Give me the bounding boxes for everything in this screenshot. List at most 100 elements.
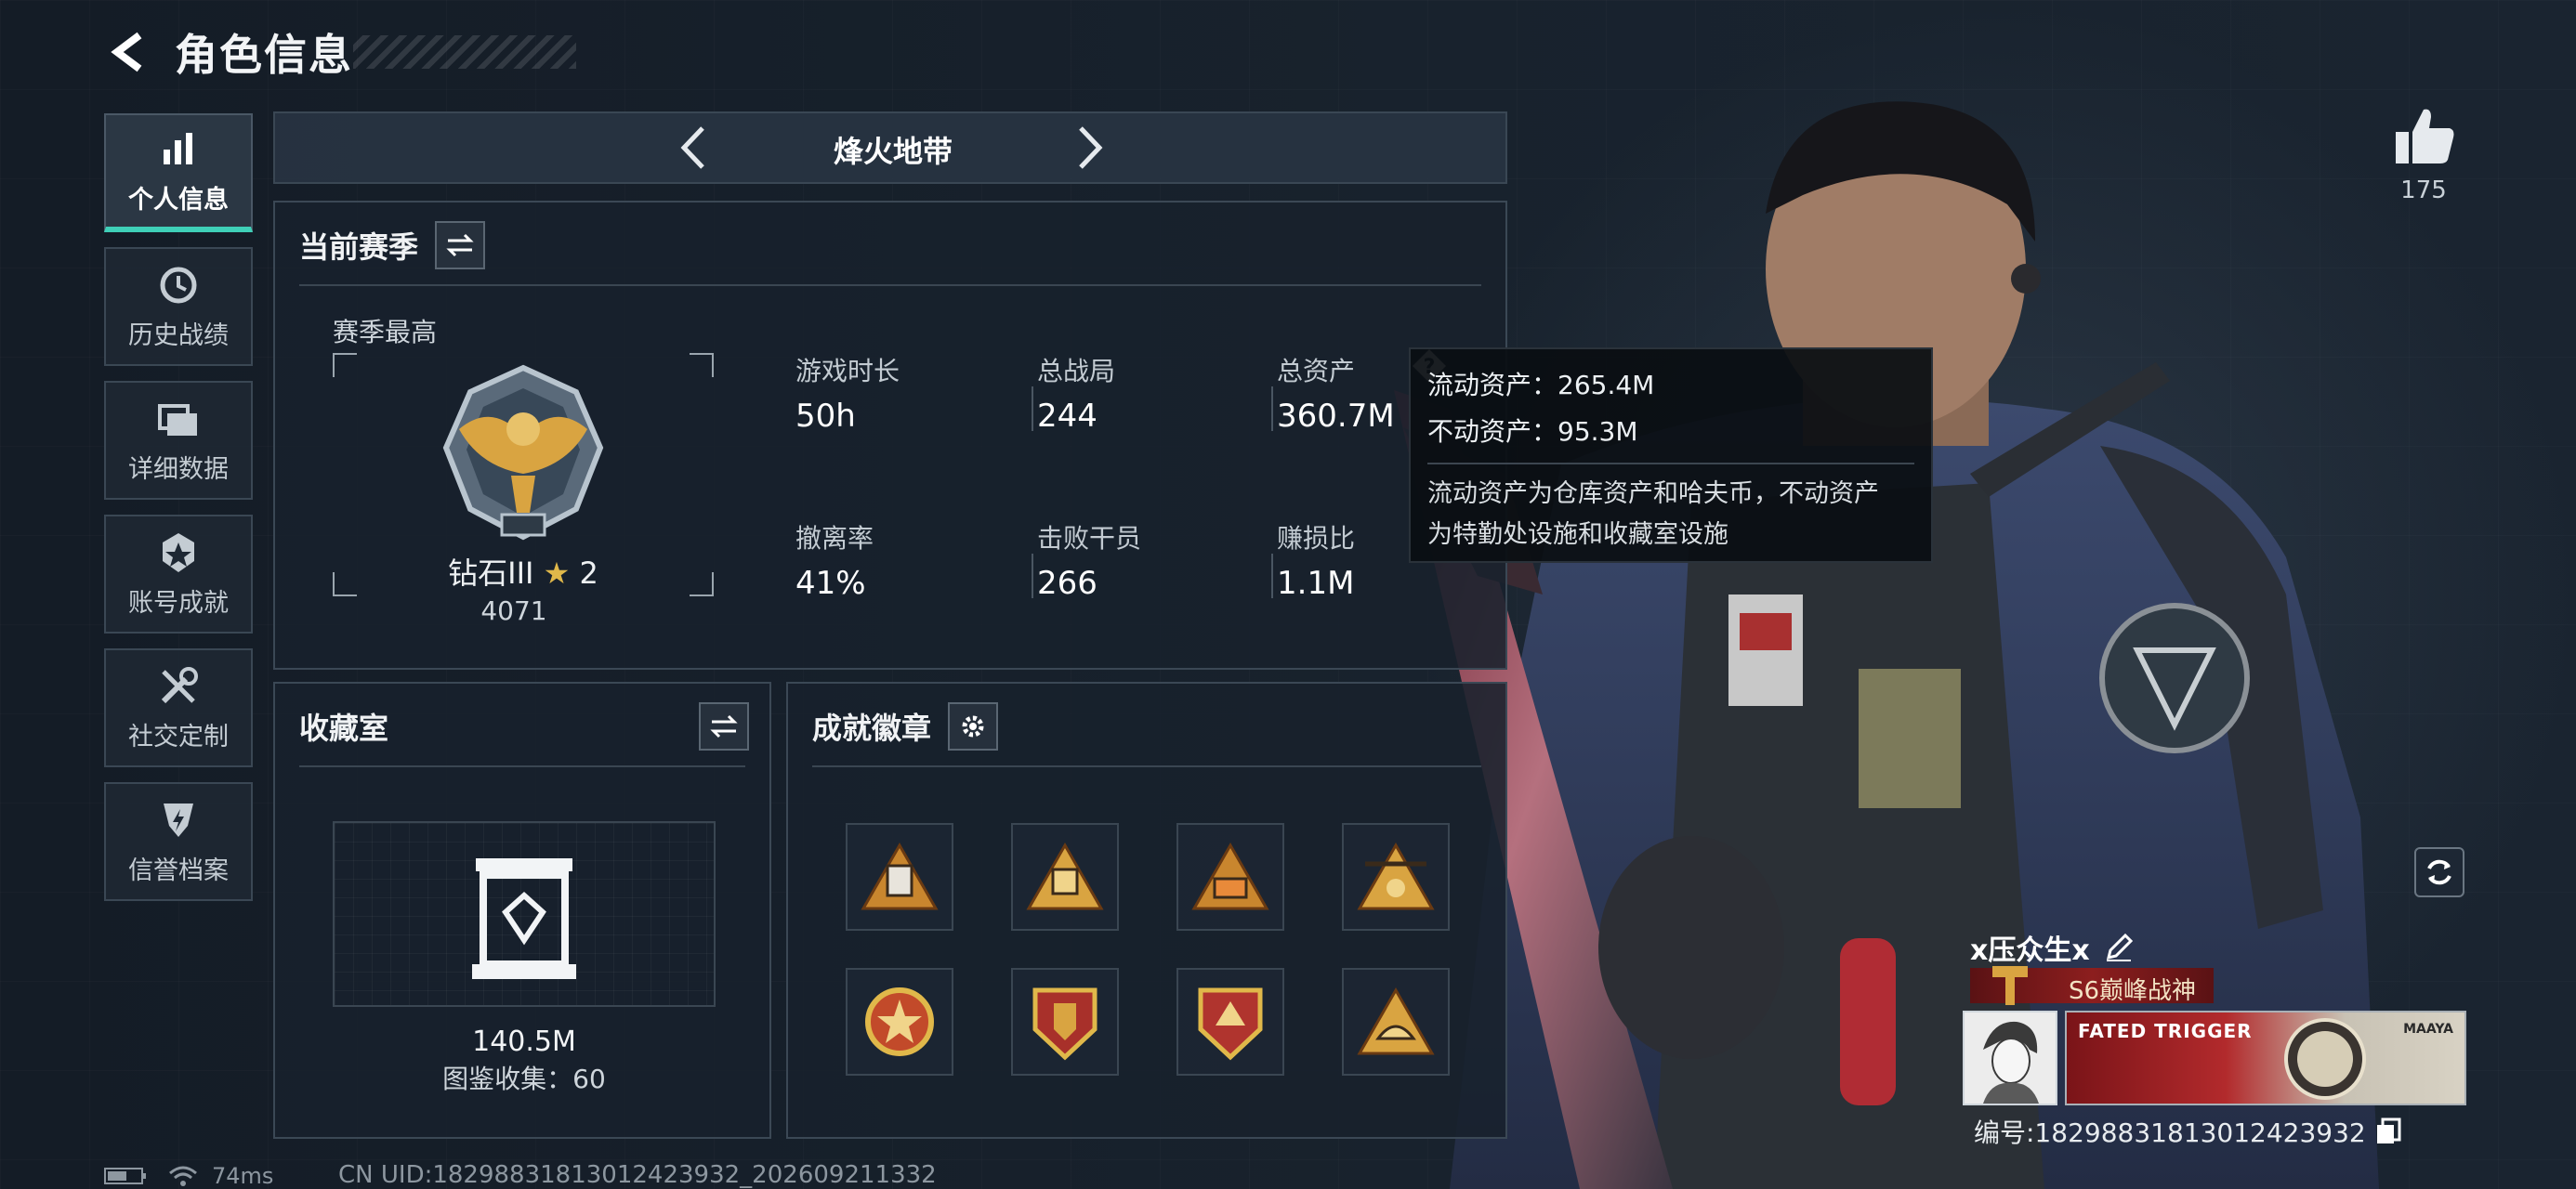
sidebar-item-label: 账号成就 (128, 588, 229, 618)
mode-prev-button[interactable] (665, 119, 723, 176)
card-emblem-icon (2284, 1018, 2366, 1100)
sidebar-item-social-custom[interactable]: 社交定制 (104, 648, 253, 767)
tooltip-description-line-1: 流动资产为仓库资产和哈夫币，不动资产 (1427, 479, 1879, 508)
achievement-badges-panel: 成就徽章 (786, 682, 1507, 1139)
triangle-badge-icon (1191, 842, 1269, 910)
rank-name: 钻石III ★ 2 (448, 555, 598, 591)
panel-title: 成就徽章 (812, 711, 932, 746)
refresh-button[interactable] (2414, 847, 2464, 897)
triangle-badge-icon (1026, 842, 1104, 910)
badge-slot-3[interactable] (1176, 823, 1284, 931)
tooltip-fixed-assets: 不动资产：95.3M (1427, 416, 1638, 447)
refresh-icon (2427, 859, 2451, 885)
badge-slot-8[interactable] (1342, 968, 1450, 1076)
sidebar-item-match-history[interactable]: 历史战绩 (104, 247, 253, 366)
gear-icon (962, 715, 984, 738)
sidebar-item-achievements[interactable]: 账号成就 (104, 515, 253, 634)
divider (812, 765, 1481, 767)
rank-frame: 钻石III ★ 2 (333, 353, 714, 596)
season-best-label: 赛季最高 (333, 317, 438, 347)
swap-icon (446, 233, 474, 257)
star-medal-icon (865, 987, 934, 1056)
sidebar-item-label: 历史战绩 (128, 320, 229, 350)
badge-slot-1[interactable] (846, 823, 953, 931)
mode-selector: 烽火地带 (273, 111, 1507, 184)
badge-slot-6[interactable] (1011, 968, 1119, 1076)
uid-text: CN UID:1829883181301242393​2_20260921133… (338, 1161, 937, 1189)
title-emblem-icon (1992, 966, 2028, 1005)
name-card[interactable]: FATED TRIGGER MAAYA (2065, 1011, 2466, 1105)
collection-count: 图鉴收集：60 (442, 1064, 606, 1094)
wifi-icon (169, 1166, 197, 1186)
sidebar-item-label: 社交定制 (128, 722, 229, 751)
stat-play-time: 游戏时长 50h (795, 356, 900, 435)
mode-next-button[interactable] (1060, 119, 1118, 176)
folders-icon (156, 397, 201, 441)
edit-pencil-icon[interactable] (2103, 932, 2135, 963)
chevron-right-icon (1079, 126, 1103, 169)
badge-slot-7[interactable] (1176, 968, 1284, 1076)
bar-chart-icon (156, 127, 201, 172)
name-card-logo: MAAYA (2403, 1022, 2453, 1037)
tools-icon (156, 664, 201, 709)
display-case-icon (472, 858, 576, 979)
page-title: 角色信息 (175, 30, 353, 80)
current-season-panel: 当前赛季 赛季最高 钻石III ★ 2 4071 游戏时长 50h 总战局 24… (273, 201, 1507, 670)
badge-slot-4[interactable] (1342, 823, 1450, 931)
sidebar-item-personal-info[interactable]: 个人信息 (104, 113, 253, 232)
avatar-portrait-icon (1965, 1013, 2056, 1104)
name-card-text: FATED TRIGGER (2078, 1020, 2253, 1042)
stat-total-matches: 总战局 244 (1032, 351, 1269, 435)
clock-icon (156, 263, 201, 307)
shield-badge-icon (1032, 987, 1097, 1061)
sidebar-item-label: 个人信息 (128, 185, 229, 215)
rank-score: 4071 (480, 595, 547, 626)
season-switch-button[interactable] (435, 221, 486, 269)
avatar[interactable] (1963, 1011, 2057, 1105)
divider (1427, 463, 1914, 464)
medal-icon (156, 530, 201, 575)
collection-switch-button[interactable] (699, 702, 749, 751)
title-decoration (353, 35, 576, 69)
player-title: S6巅峰战神 (2069, 977, 2197, 1005)
like-count: 175 (2400, 176, 2447, 204)
tooltip-description-line-2: 为特勤处设施和收藏室设施 (1427, 520, 1728, 549)
badge-slot-2[interactable] (1011, 823, 1119, 931)
stat-extraction-rate: 撤离率 41% (795, 523, 874, 602)
badge-slot-5[interactable] (846, 968, 953, 1076)
assets-tooltip: 流动资产：265.4M 不动资产：95.3M 流动资产为仓库资产和哈夫币，不动资… (1409, 347, 1933, 563)
sidebar-item-label: 详细数据 (128, 454, 229, 484)
collection-room-panel: 收藏室 140.5M 图鉴收集：60 (273, 682, 771, 1139)
back-button[interactable] (102, 24, 158, 80)
divider (299, 765, 745, 767)
collection-value: 140.5M (472, 1026, 576, 1058)
stat-operators-defeated: 击败干员 266 (1032, 518, 1269, 602)
sidebar-nav: 个人信息 历史战绩 详细数据 账号成就 社交定制 信誉档案 (104, 113, 253, 916)
copy-icon[interactable] (2375, 1117, 2401, 1145)
divider (299, 284, 1481, 286)
badge-settings-button[interactable] (948, 702, 999, 751)
player-id: 编号:1829883181301242393​2 (1974, 1113, 2401, 1150)
chevron-left-icon (680, 126, 704, 169)
swap-icon (710, 714, 738, 738)
star-icon: ★ (543, 555, 571, 591)
triangle-badge-icon (1357, 986, 1435, 1055)
sidebar-item-detailed-data[interactable]: 详细数据 (104, 381, 253, 500)
panel-title: 当前赛季 (299, 229, 419, 265)
diamond-rank-badge-icon (442, 364, 604, 541)
ping-value: 74ms (212, 1163, 274, 1189)
triangle-badge-icon (1357, 842, 1435, 910)
sidebar-item-reputation[interactable]: 信誉档案 (104, 782, 253, 901)
panel-title: 收藏室 (299, 711, 389, 746)
shield-bolt-icon (156, 798, 201, 843)
triangle-badge-icon (861, 842, 939, 910)
shield-badge-icon (1198, 987, 1263, 1061)
battery-icon (104, 1168, 146, 1184)
mode-title: 烽火地带 (833, 134, 953, 169)
page-header: 角色信息 (102, 20, 353, 84)
status-bar: 74ms (104, 1163, 273, 1189)
arrow-left-icon (111, 32, 142, 72)
sidebar-item-label: 信誉档案 (128, 856, 229, 885)
thumbs-up-icon[interactable] (2392, 104, 2457, 169)
tooltip-liquid-assets: 流动资产：265.4M (1427, 370, 1655, 400)
